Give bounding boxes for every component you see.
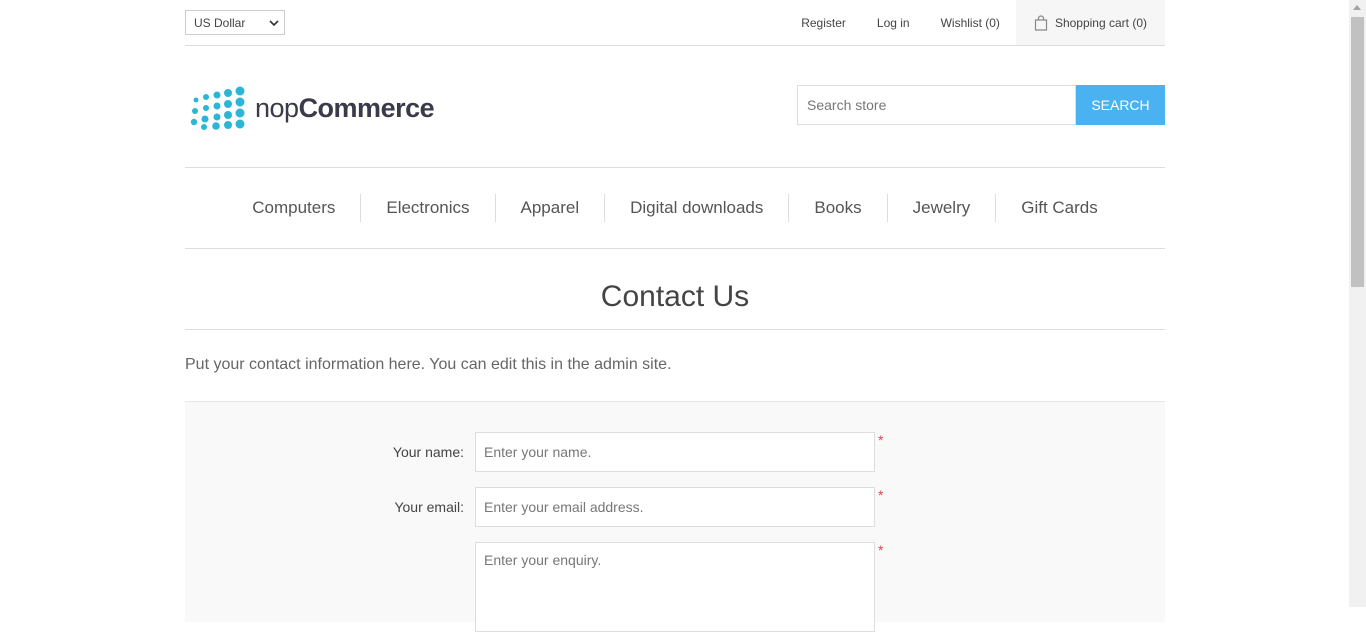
top-menu: Computers Electronics Apparel Digital do… [185, 168, 1165, 249]
enquiry-field[interactable]: Enter your enquiry. [475, 542, 875, 632]
page-scrollbar[interactable] [1349, 0, 1366, 607]
contact-form: Your name: Enter your name. * Your email… [185, 401, 1165, 632]
required-mark: * [878, 432, 884, 448]
header-lower: nopCommerce Search store SEARCH [185, 46, 1165, 168]
logo-text: nopCommerce [255, 92, 435, 124]
login-link[interactable]: Log in [877, 16, 910, 30]
scroll-up-arrow-icon[interactable] [1353, 5, 1361, 10]
contact-intro-text: Put your contact information here. You c… [185, 356, 672, 373]
logo-text-bold: Commerce [298, 92, 435, 123]
header-upper: US Dollar Register Log in Wishlist (0) S… [185, 0, 1165, 46]
scrollbar-thumb[interactable] [1351, 17, 1364, 287]
register-link[interactable]: Register [801, 16, 846, 30]
email-label: Your email: [394, 499, 464, 515]
wishlist-link[interactable]: Wishlist (0) [941, 16, 1000, 30]
currency-select[interactable]: US Dollar [185, 10, 285, 35]
logo-text-light: nop [255, 92, 299, 123]
page-title: Contact Us [600, 280, 750, 313]
menu-item-electronics[interactable]: Electronics [361, 198, 494, 218]
menu-item-books[interactable]: Books [789, 198, 886, 218]
menu-item-computers[interactable]: Computers [227, 198, 360, 218]
menu-item-gift-cards[interactable]: Gift Cards [996, 198, 1123, 218]
name-label: Your name: [392, 444, 464, 460]
page-container: US Dollar Register Log in Wishlist (0) S… [185, 0, 1165, 632]
page-title-block: Contact Us [185, 249, 1165, 330]
shopping-cart-link[interactable]: Shopping cart (0) [1015, 0, 1165, 45]
logo-dots-icon [190, 86, 245, 130]
store-logo[interactable]: nopCommerce [188, 86, 435, 130]
menu-item-jewelry[interactable]: Jewelry [888, 198, 996, 218]
search-input[interactable]: Search store [797, 85, 1076, 125]
chevron-down-icon [269, 20, 279, 27]
shopping-bag-icon [1034, 14, 1048, 31]
required-mark: * [878, 487, 884, 503]
header-links: Register Log in Wishlist (0) Shopping ca… [801, 0, 1165, 45]
name-field[interactable]: Enter your name. [475, 432, 875, 472]
menu-item-digital-downloads[interactable]: Digital downloads [605, 198, 788, 218]
search-bar: Search store SEARCH [797, 85, 1165, 125]
required-mark: * [878, 542, 884, 558]
email-field[interactable]: Enter your email address. [475, 487, 875, 527]
currency-value: US Dollar [194, 15, 246, 30]
menu-item-apparel[interactable]: Apparel [496, 198, 605, 218]
shopping-cart-label: Shopping cart (0) [1054, 15, 1147, 30]
search-button[interactable]: SEARCH [1076, 85, 1165, 125]
